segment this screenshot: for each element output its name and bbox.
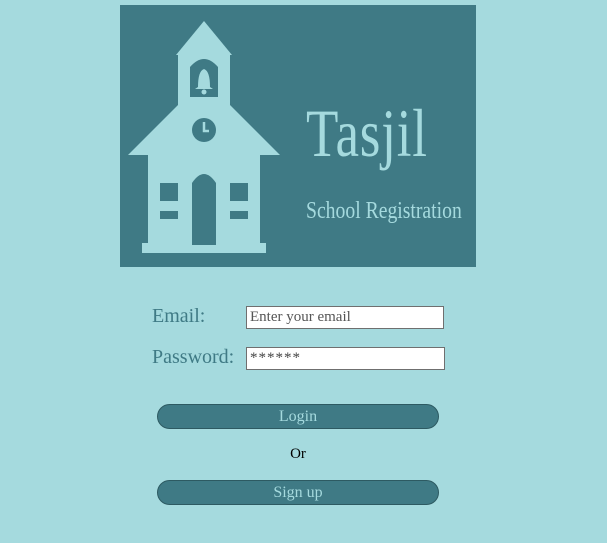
password-label: Password: [152,346,235,368]
logo-banner: Tasjil School Registration [120,5,476,267]
email-field[interactable] [246,306,444,329]
email-label: Email: [152,305,206,327]
signup-button[interactable]: Sign up [157,480,439,505]
brand-tagline: School Registration [306,198,462,224]
login-page: Tasjil School Registration Email: Passwo… [0,0,607,543]
brand-name: Tasjil [306,95,428,171]
password-field[interactable] [246,347,445,370]
login-button[interactable]: Login [157,404,439,429]
or-separator: Or [290,446,306,462]
